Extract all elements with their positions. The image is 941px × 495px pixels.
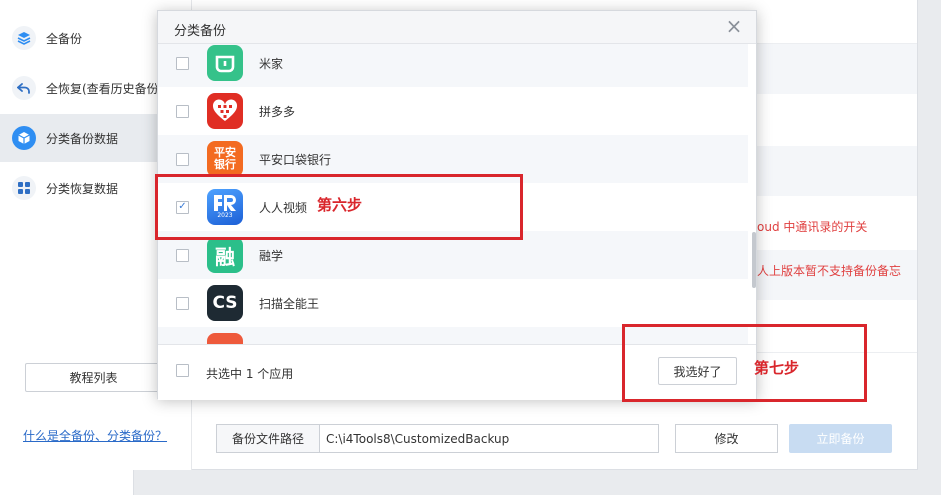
app-checkbox[interactable] [176,296,189,310]
icon-text: CS [212,293,238,313]
step-seven-label: 第七步 [754,359,800,377]
warning-text: oud 中通讯录的开关 [757,220,868,234]
selected-count: 共选中 1 个应用 [206,367,294,381]
grid-icon [12,176,36,200]
pingan-bank-app-icon: 平安 银行 [207,141,243,177]
rongxue-app-icon: 融 [207,237,243,273]
pinduoduo-app-icon [207,93,243,129]
icon-text: 融 [215,244,235,269]
app-checkbox[interactable] [176,152,189,166]
restore-arrow-icon [12,76,36,100]
dialog-header: 分类备份 × [158,11,756,44]
app-name: 融学 [259,248,284,263]
layers-icon [12,26,36,50]
help-link[interactable]: 什么是全备份、分类备份？ [23,427,167,444]
app-checkbox[interactable] [176,104,189,118]
backup-now-button[interactable]: 立即备份 [789,424,892,453]
list-item[interactable]: 米家 [158,44,748,87]
scrollbar[interactable] [752,232,756,288]
icon-text: 银行 [214,158,236,171]
window-shadow-strip [0,470,134,495]
backup-path-input[interactable] [320,424,659,453]
app-name: 平安口袋银行 [259,152,332,167]
app-checkbox[interactable] [176,248,189,262]
tutorial-list-button[interactable]: 教程列表 [25,363,162,392]
cube-icon [12,126,36,150]
app-name: 米家 [259,56,284,71]
app-name: 扫描全能王 [259,296,320,311]
dialog-title: 分类备份 [174,24,227,39]
sidebar-item-label: 分类备份数据 [46,131,119,146]
close-icon[interactable]: × [724,16,744,38]
camscanner-app-icon: CS [207,285,243,321]
modify-path-button[interactable]: 修改 [675,424,778,453]
list-item[interactable]: 拼多多 [158,87,748,135]
select-all-checkbox[interactable] [176,364,189,377]
warning-text: 人上版本暂不支持备份备忘 [757,264,902,278]
sidebar-item-label: 分类恢复数据 [46,181,119,196]
mijia-app-icon [207,45,243,81]
backup-path-label: 备份文件路径 [216,424,320,453]
app-name: 拼多多 [259,104,296,119]
step-seven-highlight [622,324,867,402]
sidebar-item-label: 全备份 [46,31,83,46]
app-icon [207,333,243,344]
step-six-label: 第六步 [317,196,363,214]
list-item[interactable]: CS 扫描全能王 [158,279,748,327]
app-checkbox[interactable] [176,56,189,70]
sidebar-item-label: 全恢复(查看历史备份) [46,81,164,96]
